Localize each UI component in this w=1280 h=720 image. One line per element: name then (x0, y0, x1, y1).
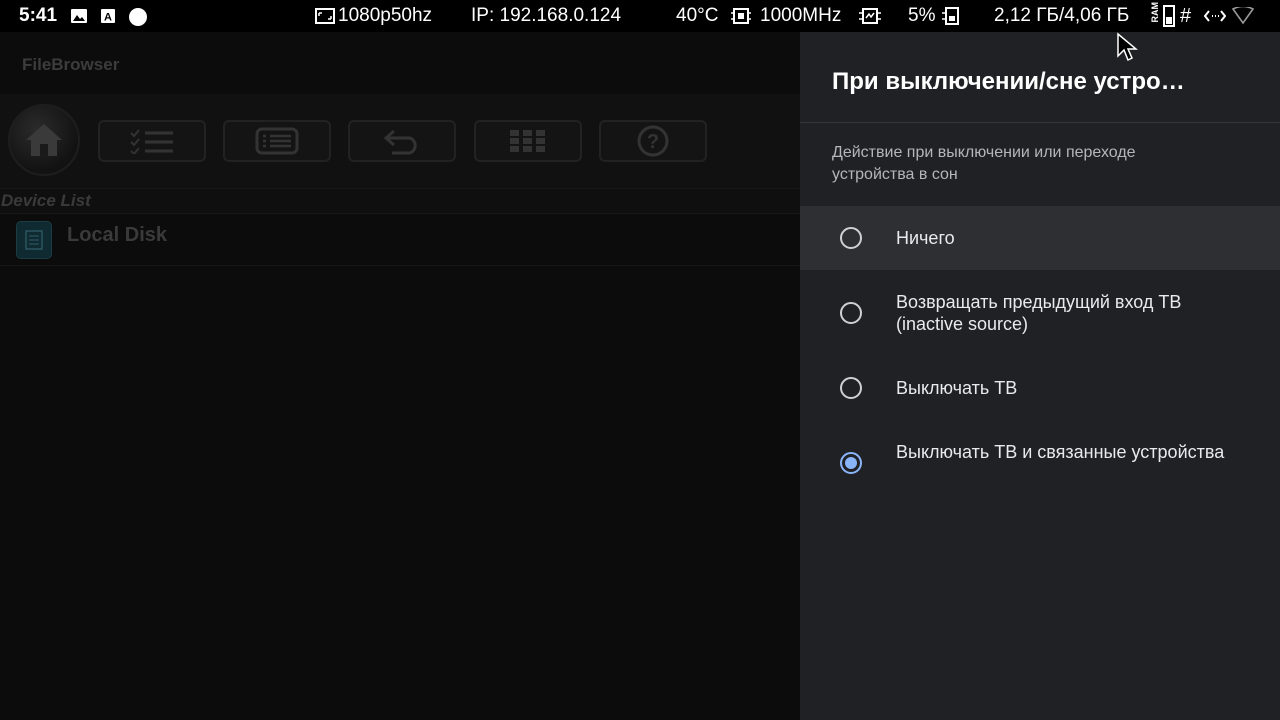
a-badge-icon: A (100, 8, 116, 24)
image-icon (70, 8, 88, 24)
app-title: FileBrowser (22, 55, 120, 74)
radio-button-checked[interactable] (840, 452, 862, 474)
ram-icon (1163, 5, 1175, 27)
option-label: Ничего (896, 228, 955, 248)
radio-button[interactable] (840, 302, 862, 324)
wifi-icon (1232, 7, 1254, 25)
temperature-text: 40°C (676, 5, 719, 26)
list-icon (255, 127, 299, 155)
option-nothing[interactable]: Ничего (800, 206, 1280, 270)
hash-text: # (1180, 5, 1192, 27)
back-button[interactable] (348, 120, 456, 162)
device-list-header: Device List (0, 188, 800, 214)
panel-description: Действие при выключении или переходе уст… (832, 144, 1136, 183)
cpu-load-text: 5% (908, 5, 936, 26)
back-icon (383, 129, 417, 155)
device-list-title: Device List (1, 191, 91, 210)
list-item[interactable]: Local Disk (0, 213, 800, 266)
disk-icon (16, 221, 52, 259)
radio-button[interactable] (840, 377, 862, 399)
option-turn-off-tv[interactable]: Выключать ТВ (800, 356, 1280, 420)
option-turn-off-tv-and-devices[interactable]: Выключать ТВ и связанные устройства (800, 430, 1280, 496)
status-bar: 5:41 A 1080p50hz IP: 192.168.0.124 40°C … (0, 0, 1280, 32)
help-icon: ? (637, 125, 669, 157)
cpu-temp-icon (730, 6, 752, 26)
checklist-icon (130, 129, 173, 154)
list-view-button[interactable] (223, 120, 331, 162)
settings-panel: При выключении/сне устро… Действие при в… (800, 32, 1280, 720)
ram-text: 2,12 ГБ/4,06 ГБ (994, 5, 1130, 26)
divider (800, 122, 1280, 123)
cpu-freq-icon (858, 6, 882, 26)
device-label: Local Disk (67, 224, 168, 246)
display-icon (315, 8, 335, 24)
select-button[interactable] (98, 120, 206, 162)
mouse-cursor-icon (1117, 32, 1138, 62)
home-button[interactable] (8, 104, 80, 176)
svg-text:A: A (104, 12, 112, 24)
home-icon (26, 124, 62, 156)
filebrowser-app: FileBrowser ? Device List Local Disk (0, 32, 800, 720)
option-label: Возвращать предыдущий вход ТВ (inactive … (896, 292, 1182, 334)
clock: 5:41 (19, 5, 58, 26)
grid-view-button[interactable] (474, 120, 582, 162)
help-button[interactable]: ? (599, 120, 707, 162)
resolution-text: 1080p50hz (338, 5, 433, 26)
panel-title: При выключении/сне устро… (832, 68, 1185, 95)
cpu-freq-text: 1000MHz (760, 5, 842, 26)
ram-badge: RAM (1150, 2, 1160, 23)
option-label: Выключать ТВ (896, 378, 1018, 398)
cpu-load-icon (940, 5, 966, 27)
swap-arrows-icon (1204, 9, 1226, 23)
option-label: Выключать ТВ и связанные устройства (896, 442, 1225, 462)
circle-icon (128, 7, 148, 27)
option-inactive-source[interactable]: Возвращать предыдущий вход ТВ (inactive … (800, 280, 1280, 346)
radio-button[interactable] (840, 227, 862, 249)
grid-icon (510, 130, 545, 152)
ip-text: IP: 192.168.0.124 (471, 5, 622, 26)
svg-text:?: ? (647, 131, 659, 153)
